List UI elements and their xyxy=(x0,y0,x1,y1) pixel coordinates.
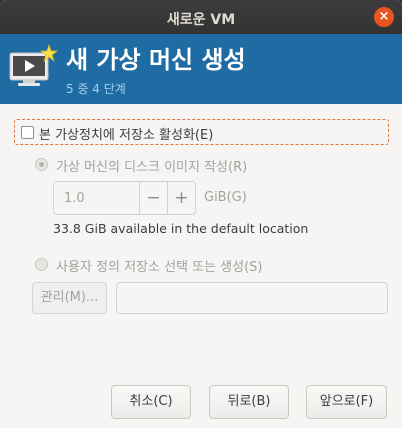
close-icon: × xyxy=(378,9,390,24)
window-title: 새로운 VM xyxy=(166,12,236,28)
disk-size-spinner[interactable]: 1.0 − + xyxy=(53,181,196,215)
wizard-header: 새 가상 머신 생성 5 중 4 단계 xyxy=(0,34,402,104)
size-unit-label: GiB(G) xyxy=(204,190,247,205)
new-vm-dialog: 새로운 VM × 새 가상 머신 생성 5 중 4 단계 본 가상정치에 저장소… xyxy=(0,0,402,428)
close-button[interactable]: × xyxy=(374,7,394,27)
enable-storage-label: 본 가상정치에 저장소 활성화(E) xyxy=(39,128,214,143)
forward-button[interactable]: 앞으로(F) xyxy=(306,385,387,419)
create-disk-label: 가상 머신의 디스크 이미지 작성(R) xyxy=(56,160,248,175)
enable-storage-checkbox[interactable] xyxy=(21,126,34,139)
manage-button[interactable]: 관리(M)... xyxy=(32,282,107,314)
radio-selected-dot xyxy=(39,162,44,167)
decrease-size-button[interactable]: − xyxy=(139,182,167,214)
create-disk-radio[interactable] xyxy=(35,158,48,171)
storage-path-input[interactable] xyxy=(116,282,388,314)
available-space-text: 33.8 GiB available in the default locati… xyxy=(53,221,309,236)
enable-storage-row[interactable]: 본 가상정치에 저장소 활성화(E) xyxy=(14,119,389,145)
custom-storage-label: 사용자 정의 저장소 선택 또는 생성(S) xyxy=(56,260,263,275)
custom-storage-radio[interactable] xyxy=(35,258,48,271)
back-button[interactable]: 뒤로(B) xyxy=(209,385,289,419)
wizard-step-indicator: 5 중 4 단계 xyxy=(66,82,126,96)
virtual-machine-new-icon xyxy=(8,43,59,90)
cancel-button[interactable]: 취소(C) xyxy=(111,385,191,419)
wizard-title: 새 가상 머신 생성 xyxy=(66,46,246,74)
disk-size-value[interactable]: 1.0 xyxy=(64,191,85,206)
title-bar[interactable]: 새로운 VM × xyxy=(0,0,402,34)
increase-size-button[interactable]: + xyxy=(167,182,195,214)
